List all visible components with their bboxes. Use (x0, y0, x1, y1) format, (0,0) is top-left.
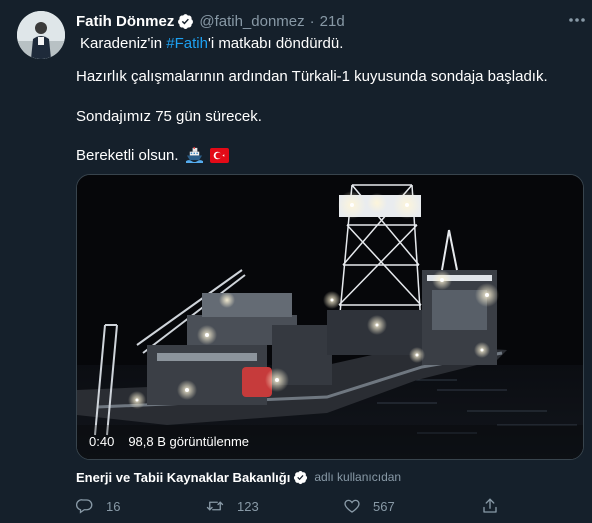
source-note: adlı kullanıcıdan (314, 470, 402, 484)
tweet-text-line-2: Hazırlık çalışmalarının ardından Türkali… (76, 68, 548, 85)
share-icon (483, 498, 497, 513)
turkey-flag-emoji-icon (209, 148, 229, 169)
tweet-text-line-4: Bereketli olsun. (76, 146, 229, 169)
reply-count: 16 (106, 498, 121, 514)
avatar[interactable] (17, 11, 65, 59)
drillship-video-frame (77, 175, 583, 459)
text-part: Bereketli olsun. (76, 147, 179, 164)
video-player[interactable]: 0:40 98,8 B görüntülenme (76, 174, 584, 460)
video-duration: 0:40 (89, 433, 115, 449)
tweet-time[interactable]: 21d (320, 13, 345, 30)
retweet-count: 123 (237, 498, 259, 514)
heart-icon (344, 499, 360, 513)
like-count: 567 (373, 498, 395, 514)
media-source-attribution: Enerji ve Tabii Kaynaklar Bakanlığı adlı… (76, 469, 401, 485)
verified-badge-icon (177, 13, 194, 30)
hashtag-link[interactable]: #Fatih (166, 35, 208, 52)
tweet-header: Fatih Dönmez @fatih_donmez · 21d (76, 11, 345, 31)
verified-badge-icon (293, 470, 308, 485)
reply-button[interactable]: 16 (76, 494, 120, 518)
like-button[interactable]: 567 (343, 494, 395, 518)
avatar-image (17, 11, 65, 59)
tweet-text-line-3: Sondajımız 75 gün sürecek. (76, 108, 262, 125)
text-part: Karadeniz'in (80, 35, 167, 52)
text-part: 'i matkabı döndürdü. (207, 35, 344, 52)
retweet-icon (206, 501, 224, 511)
video-info-overlay: 0:40 98,8 B görüntülenme (85, 431, 253, 451)
more-icon (569, 18, 585, 22)
reply-icon (76, 499, 93, 514)
share-button[interactable] (481, 494, 499, 518)
source-account-name[interactable]: Enerji ve Tabii Kaynaklar Bakanlığı (76, 470, 290, 485)
tweet-action-bar: 16 123 567 (0, 494, 592, 518)
video-view-count: 98,8 B görüntülenme (128, 433, 250, 449)
ship-emoji-icon (185, 146, 203, 169)
author-name[interactable]: Fatih Dönmez (76, 13, 174, 30)
more-options-button[interactable] (566, 12, 588, 28)
author-handle[interactable]: @fatih_donmez (199, 13, 304, 30)
retweet-button[interactable]: 123 (205, 494, 259, 518)
tweet-text-line-1: Karadeniz'in #Fatih'i matkabı döndürdü. (80, 34, 343, 54)
separator-dot: · (309, 12, 315, 30)
